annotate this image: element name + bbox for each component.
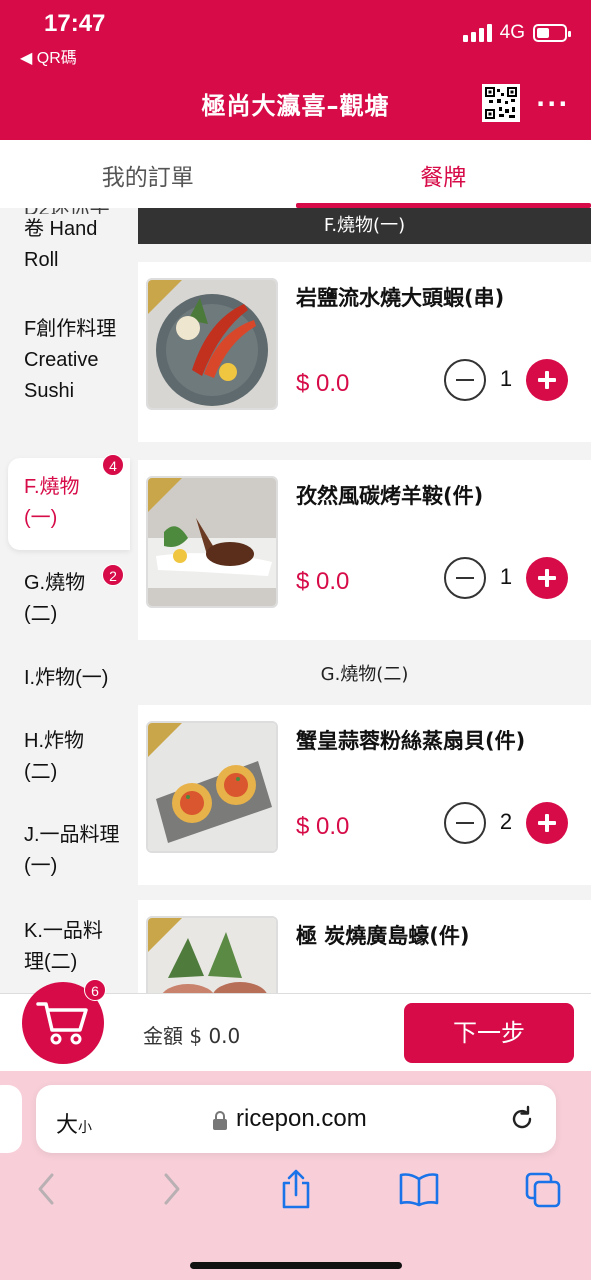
sidebar-item-ippin-1[interactable]: J.一品料理(一) [8,820,122,882]
bookmarks-icon[interactable] [398,1171,440,1207]
status-indicators: 4G [462,22,571,44]
sidebar-item-yakimono-1[interactable]: F.燒物(一) 4 [8,454,130,550]
dish-photo[interactable] [146,916,278,993]
decrease-quantity-button[interactable] [444,802,486,844]
sidebar-item-creative-sushi[interactable]: F創作料理 Creative Sushi [8,314,118,407]
increase-quantity-button[interactable] [526,359,568,401]
sidebar-item-label: F創作料理 Creative Sushi [24,318,117,402]
menu-item: 蟹皇蒜蓉粉絲蒸扇貝(件) $ 0.0 2 [138,705,591,885]
category-sidebar: D2迷你手 卷 Hand Roll F創作料理 Creative Sushi F… [0,208,138,993]
url-text: ricepon.com [236,1105,367,1132]
lock-icon [213,1111,227,1130]
text-size-button[interactable]: 大小 [56,1107,92,1139]
total-amount: 金額 $ 0.0 [143,1024,241,1048]
dish-name: 蟹皇蒜蓉粉絲蒸扇貝(件) [296,729,526,753]
sidebar-item-label: F.燒物(一) [24,476,80,529]
section-header: G.燒物(二) [138,652,591,698]
tab-my-orders[interactable]: 我的訂單 [0,140,296,208]
sidebar-item-ippin-2[interactable]: K.一品料理(二) [8,916,122,978]
tab-menu[interactable]: 餐牌 [295,140,591,208]
sidebar-item-fried-2[interactable]: H.炸物(二) [8,726,108,788]
sidebar-item-label: K.一品料理(二) [24,920,103,973]
sidebar-item-yakimono-2[interactable]: G.燒物(二) 2 [8,564,130,630]
sidebar-item-label: G.燒物(二) [24,572,86,625]
increase-quantity-button[interactable] [526,802,568,844]
dish-price: $ 0.0 [296,370,350,397]
category-count-badge: 4 [102,454,124,476]
section-header: F.燒物(一) [138,208,591,244]
cropped-line: D2迷你手 [24,208,138,214]
forward-arrow-icon[interactable] [160,1171,184,1207]
decrease-quantity-button[interactable] [444,557,486,599]
dish-price: $ 0.0 [296,568,350,595]
quantity-value: 1 [499,564,513,589]
dish-name: 岩鹽流水燒大頭蝦(串) [296,286,505,310]
status-time: 17:47 [44,10,106,37]
checkout-bar: 6 金額 $ 0.0 下一步 [0,979,591,1071]
sidebar-item-label: Roll [24,249,59,271]
decrease-quantity-button[interactable] [444,359,486,401]
cart-button[interactable]: 6 [22,979,106,1064]
quantity-value: 1 [499,366,513,391]
cart-icon [36,1002,88,1045]
browser-toolbar: 大小 ricepon.com [0,1071,591,1280]
dish-name: 孜然風碳烤羊鞍(件) [296,484,484,508]
battery-icon [533,24,571,42]
text-size-small: 小 [78,1120,93,1136]
sidebar-item-label: H.炸物(二) [24,730,84,783]
menu-item: 極 炭燒廣島蠔(件) [138,900,591,993]
menu-list: F.燒物(一) 岩鹽流水燒大頭蝦(串) $ 0.0 1 孜然風碳烤羊鞍(件) $… [138,208,591,993]
sidebar-item-hand-roll[interactable]: D2迷你手 卷 Hand Roll [8,208,138,276]
menu-item: 孜然風碳烤羊鞍(件) $ 0.0 1 [138,460,591,640]
back-to-qr-link[interactable]: ◀ QR碼 [20,44,77,68]
sidebar-item-fried-1[interactable]: I.炸物(一) [8,663,138,694]
reload-icon[interactable] [508,1105,536,1133]
network-label: 4G [499,22,525,43]
tab-bar: 我的訂單 餐牌 [0,140,591,208]
address-bar[interactable]: 大小 ricepon.com [36,1085,556,1153]
dish-photo[interactable] [146,278,278,410]
home-indicator [190,1262,402,1269]
cart-count-badge: 6 [84,979,106,1001]
share-icon[interactable] [278,1167,314,1211]
dish-photo[interactable] [146,476,278,608]
quantity-value: 2 [499,809,513,834]
more-options-icon[interactable]: ··· [536,90,569,118]
signal-icon [462,24,492,42]
category-count-badge: 2 [102,564,124,586]
dish-photo[interactable] [146,721,278,853]
sidebar-item-label: J.一品料理(一) [24,824,120,877]
tabs-icon[interactable] [524,1171,562,1209]
back-arrow-icon[interactable] [34,1171,58,1207]
dish-name: 極 炭燒廣島蠔(件) [296,924,470,948]
previous-tab-edge[interactable] [0,1085,22,1153]
menu-item: 岩鹽流水燒大頭蝦(串) $ 0.0 1 [138,262,591,442]
qr-code-icon[interactable] [482,84,520,122]
increase-quantity-button[interactable] [526,557,568,599]
text-size-large: 大 [56,1113,79,1138]
sidebar-item-label: 卷 Hand [24,218,98,240]
next-step-button[interactable]: 下一步 [404,1003,574,1063]
browser-nav-row [0,1169,591,1221]
sidebar-item-label: I.炸物(一) [24,667,109,689]
dish-price: $ 0.0 [296,813,350,840]
app-header: 17:47 ◀ QR碼 4G 極尚大瀛喜–觀塘 ··· [0,0,591,140]
